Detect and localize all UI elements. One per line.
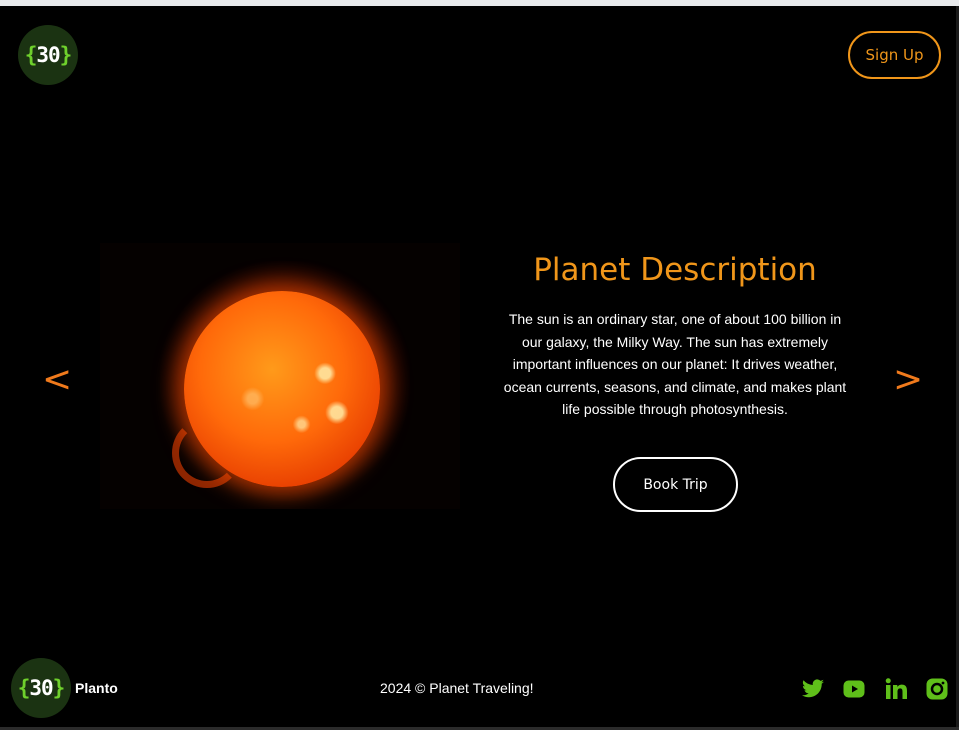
copyright-text: 2024 © Planet Traveling! [380, 680, 534, 696]
footer-logo-brace-close: } [52, 676, 66, 700]
footer-logo-brace-open: { [17, 676, 31, 700]
footer-logo[interactable]: {30} [11, 658, 71, 718]
header-logo[interactable]: {30} [18, 25, 78, 85]
prev-slide-arrow[interactable]: < [42, 360, 72, 400]
twitter-icon[interactable] [801, 677, 825, 701]
planet-image [100, 243, 460, 509]
browser-top-strip [0, 0, 959, 6]
youtube-icon[interactable] [842, 677, 866, 701]
instagram-icon[interactable] [925, 677, 949, 701]
planet-description: The sun is an ordinary star, one of abou… [503, 311, 847, 417]
sign-up-button[interactable]: Sign Up [848, 31, 941, 79]
logo-number: 30 [36, 43, 60, 67]
logo-brace-close: } [59, 43, 73, 67]
logo-brace-open: { [24, 43, 38, 67]
sun-disc [184, 291, 380, 487]
footer-logo-number: 30 [29, 676, 53, 700]
planet-title: Planet Description [533, 252, 817, 288]
book-trip-button[interactable]: Book Trip [613, 457, 738, 512]
footer-brand-name: Planto [75, 680, 118, 696]
linkedin-icon[interactable] [884, 677, 908, 701]
next-slide-arrow[interactable]: > [893, 360, 923, 400]
